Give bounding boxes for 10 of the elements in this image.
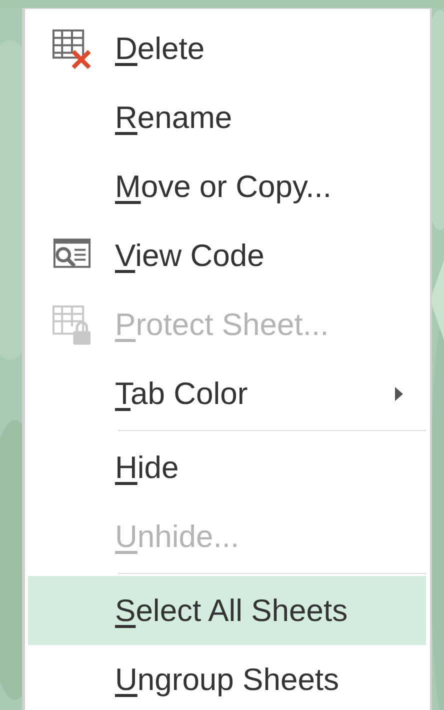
menu-item[interactable]: Ungroup Sheets [28, 645, 426, 710]
menu-item[interactable]: Move or Copy... [28, 152, 426, 221]
menu-item[interactable]: Select All Sheets [28, 576, 426, 645]
menu-item[interactable]: View Code [28, 221, 426, 290]
delete-sheet-icon [50, 28, 92, 70]
menu-item[interactable]: Delete [28, 14, 426, 83]
locked-sheet-icon [50, 304, 92, 346]
menu-item[interactable]: Tab Color [28, 359, 426, 428]
menu-item[interactable]: Hide [28, 433, 426, 502]
menu-item[interactable]: Rename [28, 83, 426, 152]
